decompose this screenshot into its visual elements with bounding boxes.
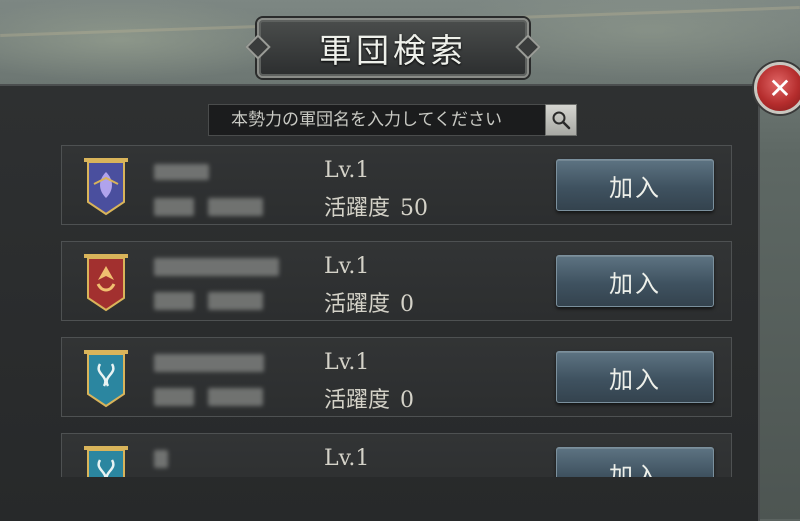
legion-emblem-icon: [84, 350, 128, 408]
legion-level: Lv.1: [324, 254, 370, 279]
legion-row: Lv.1 活躍度 0 加入: [61, 337, 732, 417]
legion-level: Lv.1: [324, 446, 370, 471]
legion-activity: 活躍度 0: [324, 388, 415, 413]
legion-list: Lv.1 活躍度 50 加入 Lv.1 活躍度 0 加入 Lv.1 活躍度 0 加入: [0, 0, 800, 477]
close-icon: ✕: [768, 71, 792, 105]
legion-activity: 活躍度 0: [324, 292, 415, 317]
join-button[interactable]: 加入: [556, 255, 714, 307]
join-button[interactable]: 加入: [556, 351, 714, 403]
legion-activity: 活躍度 50: [324, 196, 429, 221]
join-button[interactable]: 加入: [556, 447, 714, 477]
legion-row: Lv.1 活躍度 0 加入: [61, 241, 732, 321]
legion-level: Lv.1: [324, 158, 370, 183]
join-button[interactable]: 加入: [556, 159, 714, 211]
legion-row: Lv.1 活躍度 50 加入: [61, 145, 732, 225]
legion-row: Lv.1 加入: [61, 433, 732, 477]
close-button[interactable]: ✕: [754, 62, 800, 114]
legion-emblem-icon: [84, 158, 128, 216]
legion-level: Lv.1: [324, 350, 370, 375]
legion-emblem-icon: [84, 446, 128, 477]
legion-emblem-icon: [84, 254, 128, 312]
